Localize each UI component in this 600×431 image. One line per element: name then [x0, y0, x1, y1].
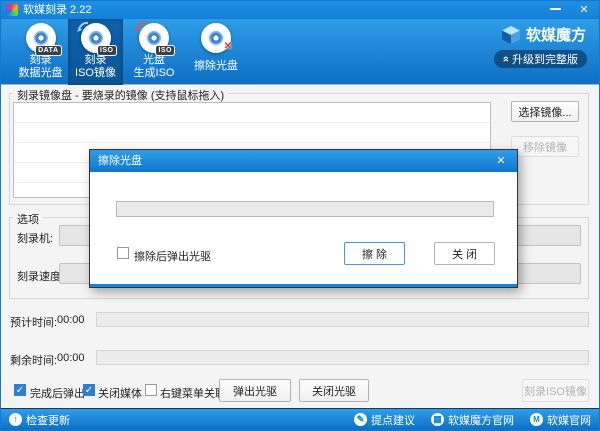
upgrade-label: 升级到完整版 — [512, 51, 578, 67]
toolbar-button-disc-to-iso[interactable]: ISO 光盘 生成ISO — [126, 19, 182, 85]
iso-badge: ISO — [98, 46, 116, 55]
image-group-title: 刻录镜像盘 - 要烧录的镜像 (支持鼠标拖入) — [13, 87, 228, 103]
toolbar-button-label: ISO镜像 — [68, 67, 123, 80]
speed-label: 刻录速度: — [17, 268, 64, 284]
eject-after-finish-label: 完成后弹出 — [30, 385, 85, 401]
data-disc-icon: DATA — [26, 23, 56, 53]
close-media-label: 关闭媒体 — [98, 385, 142, 401]
remaining-time-value: 00:00 — [57, 352, 85, 364]
iso-disc-icon: ISO — [81, 23, 111, 53]
pencil-icon — [354, 413, 367, 426]
minimize-button[interactable] — [550, 8, 561, 10]
toolbar-button-label: 光盘 — [126, 54, 182, 67]
ruanmei-site-label: 软媒官网 — [547, 412, 591, 428]
toolbar-button-erase-disc[interactable]: 擦除光盘 — [187, 19, 245, 85]
eject-drive-button[interactable]: 弹出光驱 — [219, 379, 291, 402]
dialog-title: 擦除光盘 — [98, 150, 142, 172]
blue-arrow-icon — [77, 20, 91, 34]
burner-label: 刻录机: — [17, 230, 53, 246]
titlebar: 软媒刻录 2.22 — [1, 1, 599, 19]
eject-after-finish-checkbox[interactable] — [14, 384, 26, 396]
estimated-time-value: 00:00 — [57, 314, 85, 326]
data-badge: DATA — [36, 46, 60, 55]
mofang-site-link[interactable]: 软媒魔方官网 — [431, 412, 514, 428]
brand-logo: 软媒魔方 — [501, 24, 586, 45]
dialog-close-button[interactable] — [494, 154, 508, 168]
feedback-link[interactable]: 提点建议 — [354, 412, 415, 428]
dialog-bottom-accent — [90, 284, 517, 287]
eject-after-erase-label: 擦除后弹出光驱 — [134, 248, 211, 264]
feedback-label: 提点建议 — [371, 412, 415, 428]
cube-icon — [501, 25, 521, 45]
toolbar-button-burn-iso-image[interactable]: ISO 刻录 ISO镜像 — [68, 19, 123, 85]
erase-disc-icon — [201, 23, 231, 53]
chevron-up-icon — [500, 56, 512, 62]
eject-after-erase-checkbox[interactable] — [117, 247, 129, 259]
toolbar: DATA 刻录 数据光盘 ISO 刻录 ISO镜像 — [1, 19, 599, 85]
ruanmei-site-link[interactable]: 软媒官网 — [530, 412, 591, 428]
red-x-icon — [224, 41, 232, 52]
toolbar-button-label: 擦除光盘 — [187, 60, 245, 73]
toolbar-button-label: 数据光盘 — [13, 67, 68, 80]
context-menu-checkbox[interactable] — [145, 384, 157, 396]
remaining-time-label: 剩余时间: — [10, 352, 57, 368]
app-logo-icon — [6, 4, 18, 16]
app-window: 软媒刻录 2.22 DATA 刻录 数据光盘 ISO 刻录 ISO镜像 — [0, 0, 600, 431]
dialog-close-action-button[interactable]: 关 闭 — [434, 242, 495, 265]
check-update-label: 检查更新 — [26, 412, 70, 428]
remaining-progressbar — [96, 350, 589, 365]
toolbar-button-label: 生成ISO — [126, 67, 182, 80]
select-image-button[interactable]: 选择镜像... — [511, 101, 579, 122]
grid-icon — [431, 413, 444, 426]
erase-progressbar — [116, 201, 494, 217]
estimated-time-label: 预计时间: — [10, 314, 57, 330]
close-media-checkbox[interactable] — [83, 384, 95, 396]
check-update-link[interactable]: 检查更新 — [9, 412, 70, 428]
m-logo-icon — [530, 413, 543, 426]
burn-iso-button: 刻录ISO镜像 — [522, 379, 589, 402]
disc-to-iso-icon: ISO — [139, 23, 169, 53]
update-arrow-icon — [9, 413, 22, 426]
red-arrow-icon — [135, 20, 149, 34]
toolbar-button-burn-data-disc[interactable]: DATA 刻录 数据光盘 — [13, 19, 68, 85]
close-drive-button[interactable]: 关闭光驱 — [299, 379, 369, 402]
context-menu-label: 右键菜单关联 — [160, 385, 226, 401]
close-button[interactable] — [577, 3, 591, 17]
upgrade-button[interactable]: 升级到完整版 — [494, 50, 587, 68]
options-group-title: 选项 — [13, 211, 43, 227]
window-title: 软媒刻录 2.22 — [23, 1, 91, 19]
statusbar: 检查更新 提点建议 软媒魔方官网 软媒官网 — [1, 408, 599, 430]
dialog-titlebar: 擦除光盘 — [90, 150, 517, 172]
toolbar-button-label: 刻录 — [13, 54, 68, 67]
toolbar-button-label: 刻录 — [68, 54, 123, 67]
erase-button[interactable]: 擦 除 — [344, 242, 405, 265]
brand-name: 软媒魔方 — [526, 24, 586, 45]
estimated-progressbar — [96, 312, 589, 327]
mofang-site-label: 软媒魔方官网 — [448, 412, 514, 428]
iso-badge: ISO — [156, 46, 174, 55]
erase-disc-dialog: 擦除光盘 擦除后弹出光驱 擦 除 关 闭 — [89, 149, 518, 288]
remove-image-button: 移除镜像 — [511, 136, 579, 157]
